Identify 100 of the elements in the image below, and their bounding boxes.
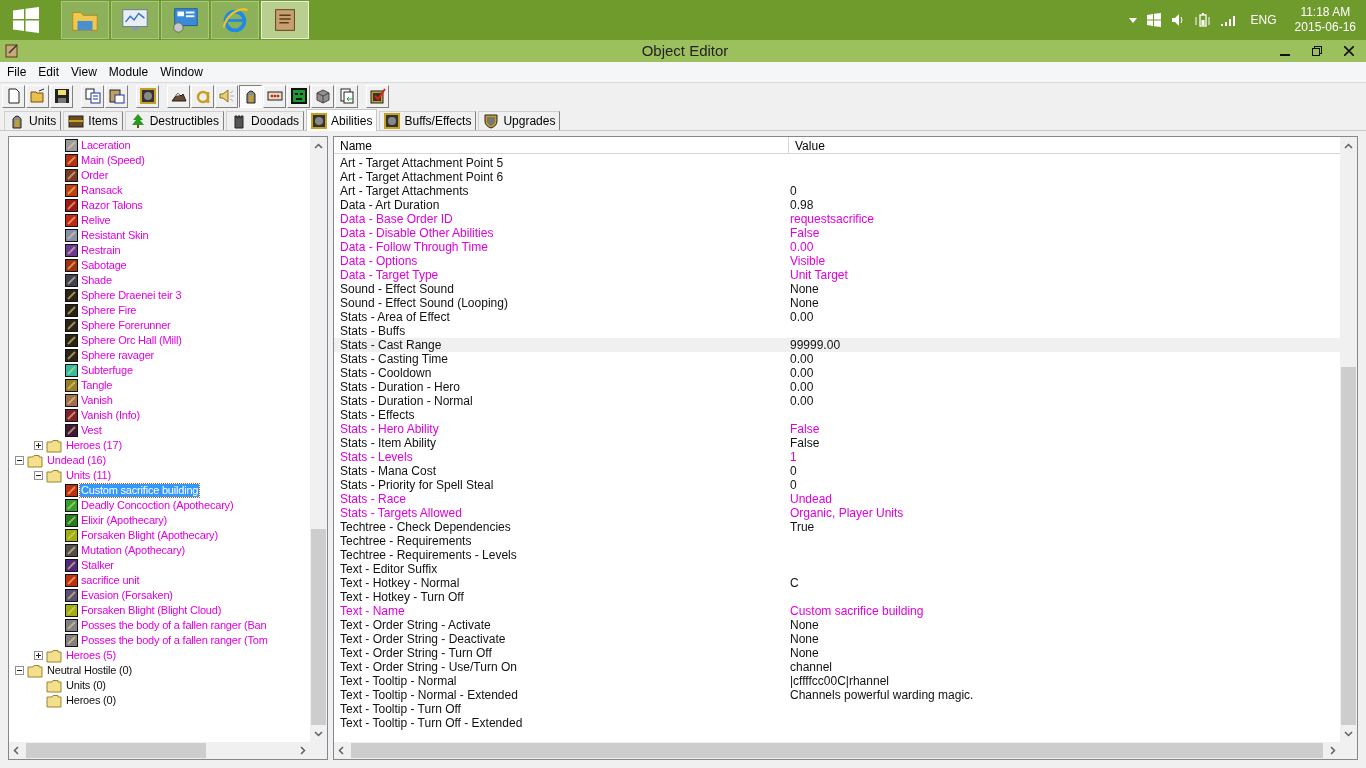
property-value[interactable]: channel (790, 660, 833, 674)
toolbar-button[interactable] (239, 84, 262, 108)
scroll-down-icon[interactable] (314, 730, 323, 737)
property-name[interactable]: Text - Editor Suffix (340, 562, 438, 576)
property-name[interactable]: Text - Hotkey - Turn Off (340, 590, 464, 604)
property-name[interactable]: Stats - Priority for Spell Steal (340, 478, 494, 492)
property-value[interactable]: 0 (790, 464, 797, 478)
scroll-up-icon[interactable] (1344, 142, 1353, 149)
tree-item[interactable]: Sphere Draenei teir 3 (80, 289, 183, 302)
property-name[interactable]: Stats - Cast Range (340, 338, 442, 352)
tree-item[interactable]: Restrain (80, 244, 122, 257)
tab[interactable]: Items (63, 111, 123, 130)
property-value[interactable]: Undead (790, 492, 833, 506)
property-name[interactable]: Stats - Effects (340, 408, 415, 422)
property-name[interactable]: Text - Tooltip - Turn Off - Extended (340, 716, 523, 730)
property-value[interactable]: |cffffcc00C|rhannel (790, 674, 889, 688)
property-value[interactable]: 0.00 (790, 240, 814, 254)
collapse-toggle[interactable] (34, 471, 43, 480)
vertical-scrollbar[interactable] (1340, 137, 1357, 742)
tree-item[interactable]: Deadly Concoction (Apothecary) (80, 499, 235, 512)
property-value[interactable]: 0.00 (790, 366, 814, 380)
property-name[interactable]: Text - Order String - Deactivate (340, 632, 506, 646)
tree-item[interactable]: Units (0) (65, 679, 107, 692)
property-name[interactable]: Data - Options (340, 254, 418, 268)
property-name[interactable]: Stats - Duration - Hero (340, 380, 461, 394)
property-name[interactable]: Data - Base Order ID (340, 212, 453, 226)
property-value[interactable]: None (790, 296, 819, 310)
property-value[interactable]: None (790, 646, 819, 660)
property-name[interactable]: Stats - Cooldown (340, 366, 432, 380)
tree-item[interactable]: Sphere ravager (80, 349, 156, 362)
property-name[interactable]: Text - Tooltip - Turn Off (340, 702, 461, 716)
windows-icon[interactable] (1146, 13, 1161, 27)
battery-icon[interactable] (1194, 13, 1211, 27)
property-name[interactable]: Data - Follow Through Time (340, 240, 488, 254)
tree-item[interactable]: Posses the body of a fallen ranger (Tom (80, 634, 269, 647)
caret-icon[interactable] (1128, 17, 1137, 23)
collapse-toggle[interactable] (15, 666, 24, 675)
scroll-down-icon[interactable] (1344, 730, 1353, 737)
property-name[interactable]: Art - Target Attachment Point 6 (340, 170, 504, 184)
tree-item[interactable]: Heroes (17) (65, 439, 123, 452)
tab[interactable]: Upgrades (478, 111, 561, 130)
maximize-icon[interactable] (1312, 46, 1322, 56)
tree-item[interactable]: Sphere Forerunner (80, 319, 172, 332)
menu-item[interactable]: File (1, 63, 33, 81)
property-value[interactable]: requestsacrifice (790, 212, 875, 226)
tree-item[interactable]: Sphere Orc Hall (Mill) (80, 334, 183, 347)
tree-item[interactable]: Undead (16) (46, 454, 107, 467)
property-value[interactable]: 99999.00 (790, 338, 841, 352)
tree-item[interactable]: Evasion (Forsaken) (80, 589, 174, 602)
tree-item[interactable]: Elixir (Apothecary) (80, 514, 169, 527)
tree-item[interactable]: Tangle (80, 379, 114, 392)
menu-item[interactable]: Module (102, 63, 155, 81)
property-name[interactable]: Stats - Race (340, 492, 407, 506)
property-value[interactable]: 0.00 (790, 394, 814, 408)
expand-toggle[interactable] (34, 441, 43, 450)
property-name[interactable]: Stats - Levels (340, 450, 413, 464)
tree-item[interactable]: Resistant Skin (80, 229, 150, 242)
property-value[interactable]: 0.00 (790, 352, 814, 366)
property-name[interactable]: Data - Target Type (340, 268, 439, 282)
horizontal-scrollbar[interactable] (334, 742, 1357, 759)
property-value[interactable]: Unit Target (790, 268, 848, 282)
property-value[interactable]: 1 (790, 450, 797, 464)
property-name[interactable]: Stats - Hero Ability (340, 422, 439, 436)
property-name[interactable]: Text - Tooltip - Normal (340, 674, 457, 688)
scroll-up-icon[interactable] (314, 142, 323, 149)
menu-item[interactable]: Edit (32, 63, 66, 81)
property-value[interactable]: False (790, 226, 820, 240)
taskbar-button[interactable] (111, 1, 159, 39)
tree-item[interactable]: Sabotage (80, 259, 128, 272)
property-name[interactable]: Text - Tooltip - Normal - Extended (340, 688, 518, 702)
property-name[interactable]: Techtree - Requirements (340, 534, 472, 548)
expand-toggle[interactable] (34, 651, 43, 660)
tab[interactable]: Abilities (306, 109, 378, 131)
property-value[interactable]: 0 (790, 478, 797, 492)
tree-item[interactable]: Order (80, 169, 110, 182)
property-name[interactable]: Text - Hotkey - Normal (340, 576, 460, 590)
collapse-toggle[interactable] (15, 456, 24, 465)
property-value[interactable]: True (790, 520, 815, 534)
property-name[interactable]: Techtree - Check Dependencies (340, 520, 511, 534)
tree-item[interactable]: Heroes (5) (65, 649, 117, 662)
property-name[interactable]: Stats - Area of Effect (340, 310, 450, 324)
property-value[interactable]: None (790, 282, 819, 296)
tree-item[interactable]: Ransack (80, 184, 124, 197)
tree-item[interactable]: Vanish (80, 394, 114, 407)
menu-item[interactable]: View (65, 63, 103, 81)
scroll-thumb[interactable] (26, 743, 206, 758)
tree-item[interactable]: Sphere Fire (80, 304, 138, 317)
property-name[interactable]: Stats - Mana Cost (340, 464, 437, 478)
tree-item[interactable]: Forsaken Blight (Apothecary) (80, 529, 219, 542)
tab[interactable]: Destructibles (124, 111, 225, 130)
tree-item[interactable]: Relive (80, 214, 112, 227)
menu-item[interactable]: Window (154, 63, 209, 81)
tree-item[interactable]: Laceration (80, 139, 132, 152)
tree-item[interactable]: Heroes (0) (65, 694, 117, 707)
property-value[interactable]: 0 (790, 184, 797, 198)
scroll-right-icon[interactable] (300, 746, 306, 755)
speaker-icon[interactable] (1170, 13, 1185, 27)
tree-item[interactable]: sacrifice unit (80, 574, 141, 587)
scroll-left-icon[interactable] (13, 746, 19, 755)
tree-item[interactable]: Subterfuge (80, 364, 134, 377)
